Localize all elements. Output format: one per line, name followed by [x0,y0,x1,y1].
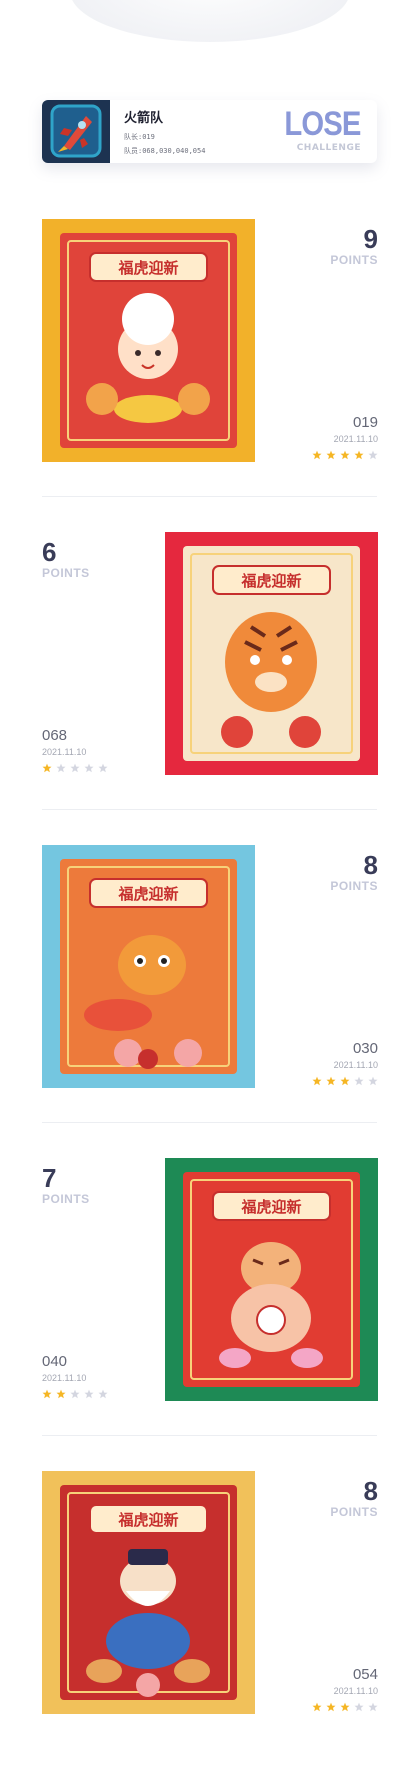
star-filled-icon[interactable] [326,450,336,460]
entry-poster-image[interactable]: 福虎迎新 [165,532,378,775]
points-block: 9 POINTS [330,225,378,267]
entry-id: 054 [352,1666,378,1683]
entry-meta: 019 2021.11.10 [312,414,378,462]
star-empty-icon[interactable] [368,1702,378,1712]
star-filled-icon[interactable] [354,450,364,460]
entry-divider [42,1122,377,1123]
poster-banner-text: 福虎迎新 [118,885,179,903]
team-logo-rocket-icon [42,100,110,163]
entry-poster-image[interactable]: 福虎迎新 [42,1471,255,1714]
points-label: POINTS [330,253,378,267]
team-captain: 队长:019 [124,133,155,141]
entry-meta: 054 2021.11.10 [312,1666,378,1714]
star-filled-icon[interactable] [340,1702,350,1712]
star-filled-icon[interactable] [340,450,350,460]
star-filled-icon[interactable] [312,1076,322,1086]
poster-banner-text: 福虎迎新 [118,1511,179,1529]
points-value: 6 [42,537,57,567]
star-empty-icon[interactable] [70,763,80,773]
entry-date: 2021.11.10 [42,1373,87,1383]
star-empty-icon[interactable] [98,1389,108,1399]
star-empty-icon[interactable] [98,763,108,773]
star-empty-icon[interactable] [84,1389,94,1399]
match-result: LOSE CHALLENGE [272,105,362,153]
points-label: POINTS [42,1192,90,1206]
star-empty-icon[interactable] [84,763,94,773]
entry-card[interactable]: 福虎迎新 6 POINTS 068 2021.11.10 [0,532,420,775]
result-subtitle: CHALLENGE [296,143,361,153]
star-filled-icon[interactable] [340,1076,350,1086]
entry-date: 2021.11.10 [333,1060,378,1070]
star-filled-icon[interactable] [312,1702,322,1712]
points-block: 6 POINTS [42,538,90,580]
entry-card[interactable]: 福虎迎新 7 POINTS 040 2021.11.10 [0,1158,420,1401]
points-value: 7 [42,1163,57,1193]
points-value: 8 [363,1476,378,1506]
entry-poster-image[interactable]: 福虎迎新 [42,219,255,462]
entry-meta: 030 2021.11.10 [312,1040,378,1088]
entry-divider [42,1435,377,1436]
entry-poster-image[interactable]: 福虎迎新 [42,845,255,1088]
points-label: POINTS [42,566,90,580]
entry-meta: 040 2021.11.10 [42,1353,108,1401]
rating-stars[interactable] [312,1702,378,1714]
rating-stars[interactable] [312,1076,378,1088]
team-card[interactable]: 火箭队 队长:019 队员:068,030,040,054 LOSE CHALL… [42,100,377,163]
points-block: 8 POINTS [330,1477,378,1519]
entry-id: 068 [42,727,68,744]
top-decoration [70,0,350,42]
entry-divider [42,809,377,810]
entry-card[interactable]: 福虎迎新 9 POINTS 019 2021.11.10 [0,219,420,462]
star-filled-icon[interactable] [42,1389,52,1399]
poster-banner-text: 福虎迎新 [118,259,179,277]
entry-card[interactable]: 福虎迎新 8 POINTS 054 2021.11.10 [0,1471,420,1714]
entry-date: 2021.11.10 [42,747,87,757]
entry-id: 019 [352,414,378,431]
team-name: 火箭队 [124,111,164,126]
star-empty-icon[interactable] [354,1702,364,1712]
star-empty-icon[interactable] [368,450,378,460]
points-label: POINTS [330,1505,378,1519]
result-word: LOSE [284,105,362,143]
poster-banner-text: 福虎迎新 [241,1198,302,1216]
points-label: POINTS [330,879,378,893]
star-empty-icon[interactable] [354,1076,364,1086]
star-filled-icon[interactable] [312,450,322,460]
star-empty-icon[interactable] [56,763,66,773]
points-block: 7 POINTS [42,1164,90,1206]
star-filled-icon[interactable] [42,763,52,773]
points-value: 8 [363,850,378,880]
entry-card[interactable]: 福虎迎新 8 POINTS 030 2021.11.10 [0,845,420,1088]
team-members: 队员:068,030,040,054 [124,147,206,155]
rating-stars[interactable] [42,763,108,775]
entry-id: 030 [352,1040,378,1057]
star-filled-icon[interactable] [56,1389,66,1399]
entry-id: 040 [42,1353,68,1370]
star-empty-icon[interactable] [70,1389,80,1399]
star-filled-icon[interactable] [326,1702,336,1712]
rating-stars[interactable] [42,1389,108,1401]
poster-banner-text: 福虎迎新 [241,572,302,590]
entry-meta: 068 2021.11.10 [42,727,108,775]
points-block: 8 POINTS [330,851,378,893]
points-value: 9 [363,224,378,254]
entry-date: 2021.11.10 [333,434,378,444]
entry-date: 2021.11.10 [333,1686,378,1696]
entry-divider [42,496,377,497]
entry-poster-image[interactable]: 福虎迎新 [165,1158,378,1401]
star-filled-icon[interactable] [326,1076,336,1086]
rating-stars[interactable] [312,450,378,462]
star-empty-icon[interactable] [368,1076,378,1086]
